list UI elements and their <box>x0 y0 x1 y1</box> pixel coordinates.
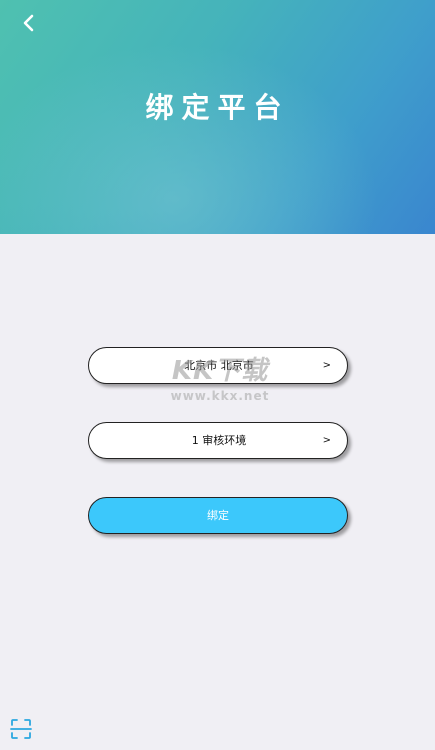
region-selector[interactable]: 北京市 北京市 > <box>88 347 348 384</box>
back-button[interactable] <box>14 8 44 38</box>
scan-button[interactable] <box>10 718 32 740</box>
region-arrow-icon: > <box>322 360 331 371</box>
watermark-url: www.kkx.net <box>170 389 270 403</box>
scan-icon <box>10 719 32 739</box>
environment-selector[interactable]: 1 审核环境 > <box>88 422 348 459</box>
bind-button[interactable]: 绑定 <box>88 497 348 534</box>
environment-value: 1 审核环境 <box>191 434 247 447</box>
environment-arrow-icon: > <box>322 435 331 446</box>
region-value: 北京市 北京市 <box>184 359 254 372</box>
header-banner: 绑定平台 <box>0 0 435 234</box>
bind-platform-screen: 绑定平台 北京市 北京市 > 1 审核环境 > 绑定 KK下载 www.kkx.… <box>0 0 435 750</box>
page-title: 绑定平台 <box>145 91 290 124</box>
chevron-left-icon <box>23 14 34 32</box>
